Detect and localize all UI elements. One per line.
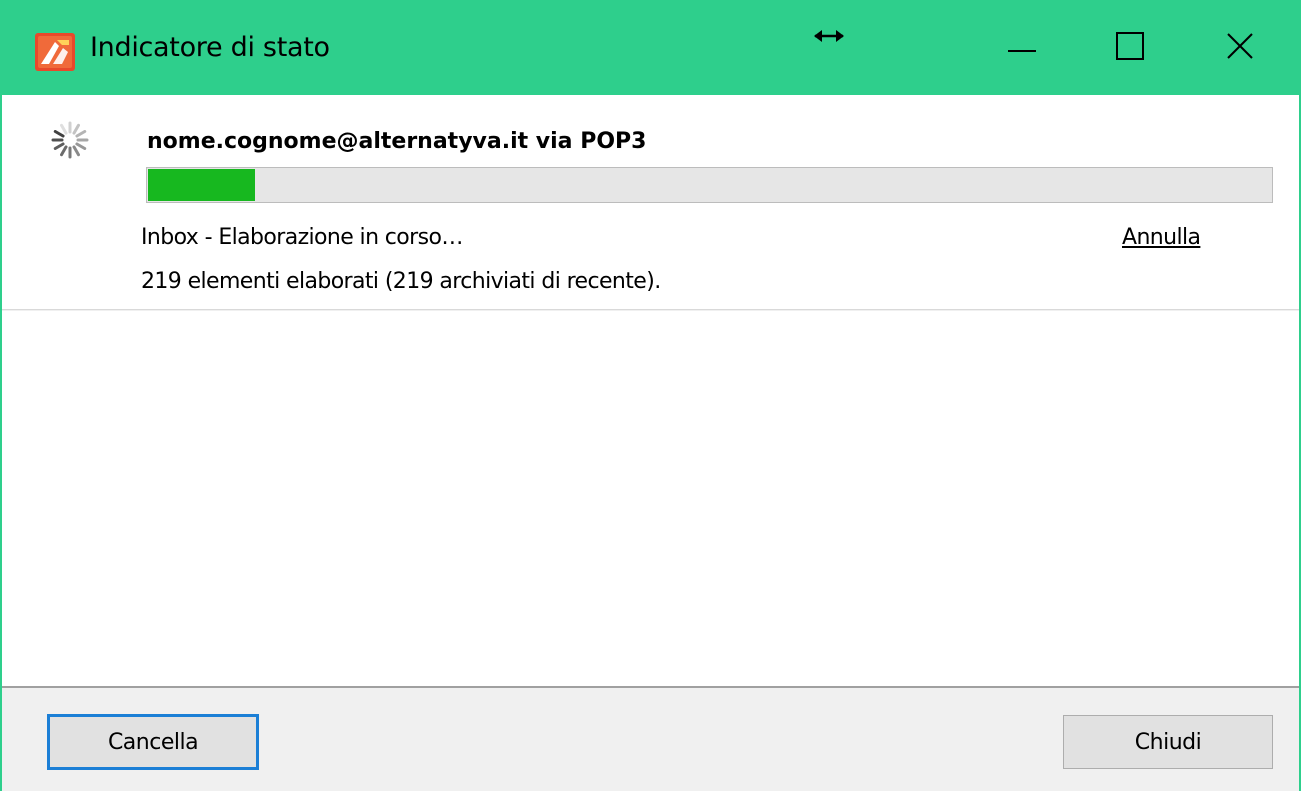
close-button[interactable]	[1182, 0, 1297, 95]
progress-bar-fill	[148, 169, 255, 201]
minimize-icon	[1007, 38, 1036, 57]
annulla-link[interactable]: Annulla	[1122, 225, 1201, 250]
task-status-text: Inbox - Elaborazione in corso…	[141, 225, 463, 250]
maximize-button[interactable]	[1072, 0, 1187, 95]
account-title: nome.cognome@alternatyva.it via POP3	[147, 129, 647, 154]
task-list-area	[2, 311, 1299, 688]
items-processed-text: 219 elementi elaborati (219 archiviati d…	[141, 269, 661, 294]
app-logo-icon	[35, 33, 75, 71]
status-panel: nome.cognome@alternatyva.it via POP3 Inb…	[2, 95, 1299, 310]
loading-spinner-icon	[50, 120, 90, 160]
cancella-button[interactable]: Cancella	[47, 714, 259, 770]
close-icon	[1226, 32, 1254, 64]
progress-bar	[146, 167, 1273, 203]
maximize-icon	[1115, 31, 1144, 64]
status-window: Indicatore di stato nome.cognome@alterna…	[0, 0, 1301, 791]
dialog-footer: Cancella Chiudi	[2, 690, 1299, 791]
resize-horizontal-icon	[810, 24, 848, 48]
window-title: Indicatore di stato	[90, 32, 330, 63]
title-bar[interactable]: Indicatore di stato	[2, 0, 1299, 95]
minimize-button[interactable]	[964, 0, 1079, 95]
chiudi-button[interactable]: Chiudi	[1063, 715, 1273, 769]
